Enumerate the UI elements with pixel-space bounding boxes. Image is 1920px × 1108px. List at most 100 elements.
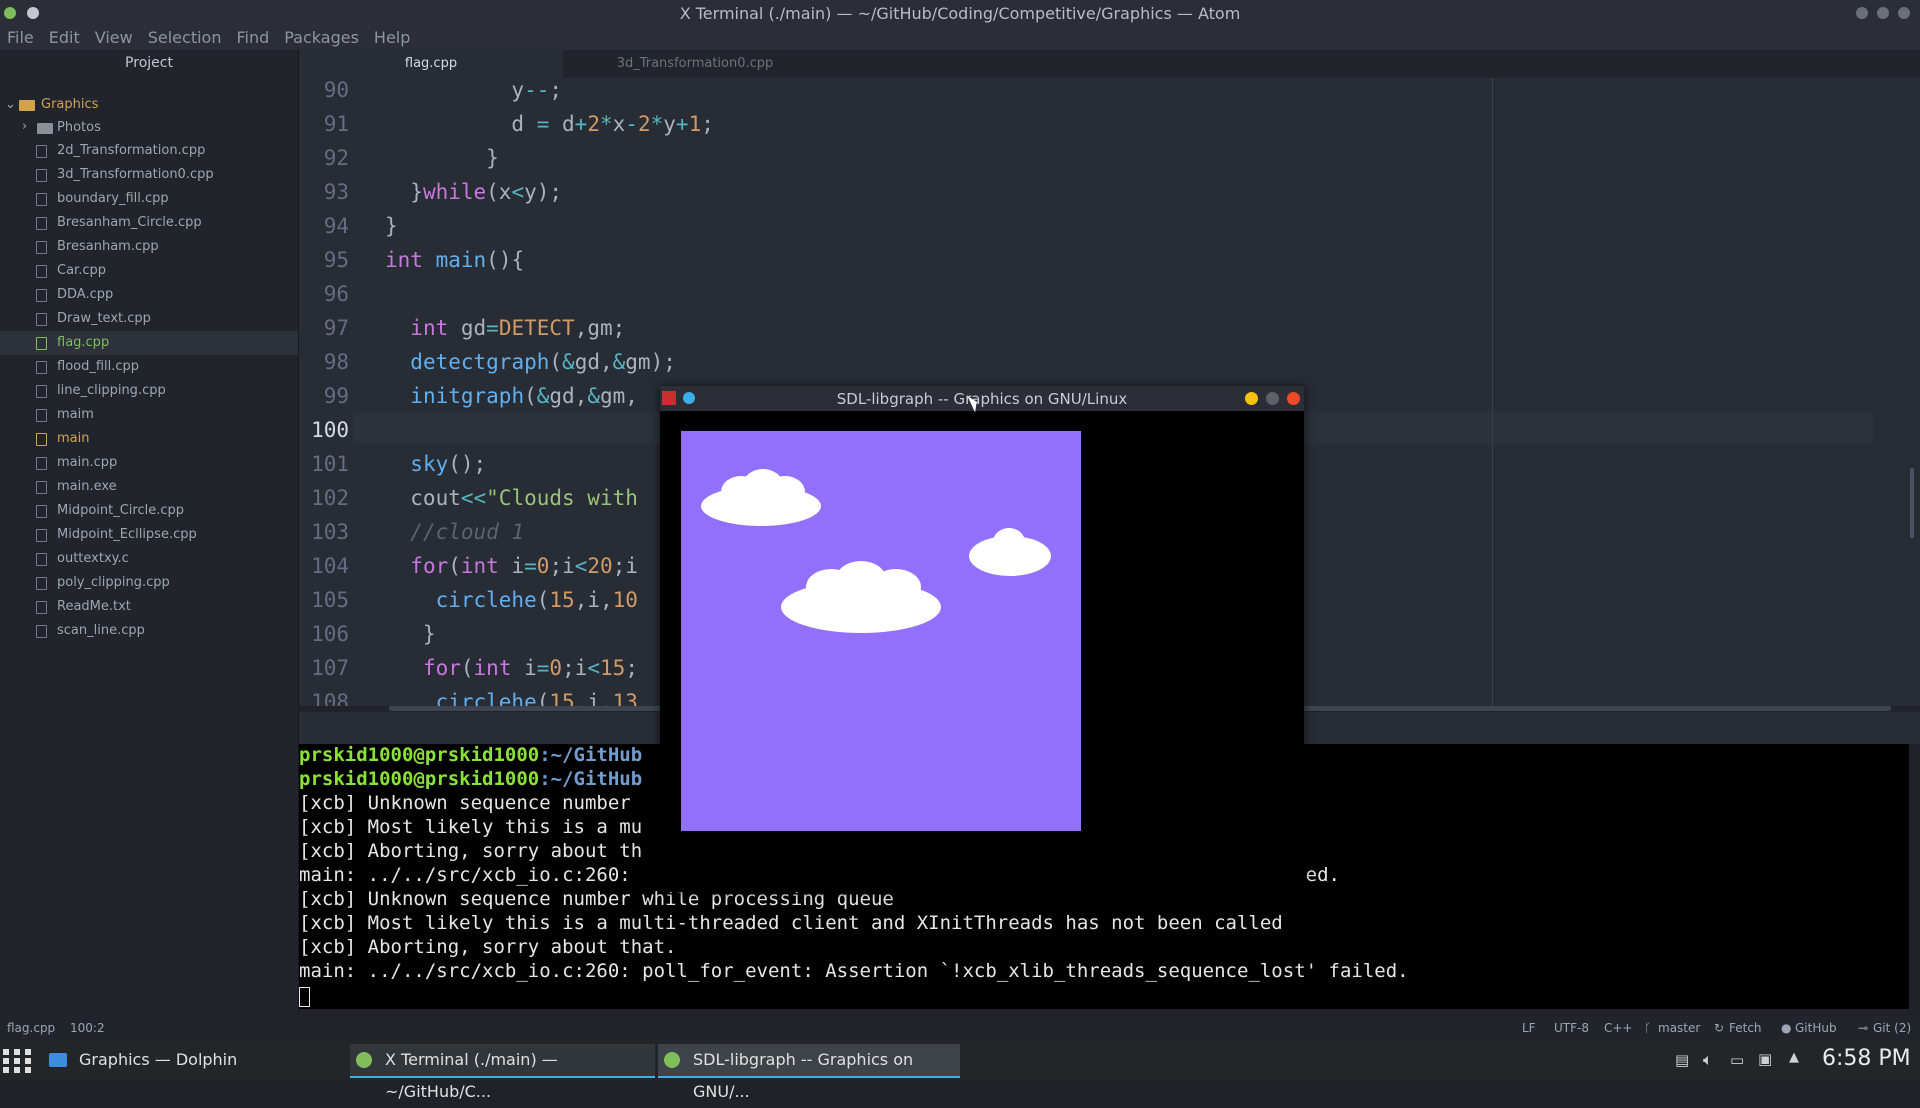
tree-file-item[interactable]: flag.cpp [0,331,298,355]
line-number: 106 [311,622,349,646]
status-github[interactable]: GitHub [1795,1021,1837,1035]
tab-3d-transformation[interactable]: 3d_Transformation0.cpp [563,50,827,78]
tree-file-item[interactable]: 3d_Transformation0.cpp [0,163,298,187]
line-number: 99 [323,384,349,408]
status-git[interactable]: Git (2) [1873,1021,1911,1035]
tree-file-item[interactable]: DDA.cpp [0,283,298,307]
close-button[interactable] [1898,7,1910,19]
maximize-button[interactable] [1877,7,1889,19]
task-label: X Terminal (./main) — ~/GitHub/C... [385,1050,558,1101]
network-icon[interactable]: ▣ [1758,1050,1772,1068]
menu-view[interactable]: View [88,26,141,50]
status-grammar[interactable]: C++ [1604,1021,1633,1035]
file-label: boundary_fill.cpp [57,191,169,206]
file-icon [36,361,47,374]
window-title: X Terminal (./main) — ~/GitHub/Coding/Co… [679,4,1241,23]
file-icon [36,313,47,326]
terminal-line: prskid1000@prskid1000:~/GitHub [299,768,643,790]
chevron-down-icon: ⌄ [5,97,16,112]
app-launcher-grid-icon[interactable] [2,1048,32,1074]
status-line-ending[interactable]: LF [1522,1021,1536,1035]
menu-find[interactable]: Find [229,26,277,50]
line-number: 103 [311,520,349,544]
file-label: scan_line.cpp [57,623,145,638]
file-icon [36,385,47,398]
tray-expand-icon[interactable]: ▲ [1789,1050,1799,1065]
cloud-3-puff [993,528,1025,556]
branch-icon: ᚴ [1644,1021,1652,1035]
task-label: Graphics — Dolphin [79,1050,238,1069]
terminal-line: main: ../../src/xcb_io.c:260: poll_for_e… [299,960,1409,982]
file-label: 2d_Transformation.cpp [57,143,206,158]
battery-icon[interactable]: ▭ [1730,1051,1744,1069]
clipboard-icon[interactable]: ▤ [1675,1051,1689,1069]
tab-flag-cpp[interactable]: flag.cpp [299,50,563,78]
tree-file-item[interactable]: main.exe [0,475,298,499]
menu-packages[interactable]: Packages [277,26,367,50]
line-number: 102 [311,486,349,510]
menu-file[interactable]: File [0,26,42,50]
tree-file-item[interactable]: Midpoint_Circle.cpp [0,499,298,523]
tree-file-item[interactable]: line_clipping.cpp [0,379,298,403]
file-label: Draw_text.cpp [57,311,151,326]
menu-edit[interactable]: Edit [42,26,88,50]
task-label: SDL-libgraph -- Graphics on GNU/... [693,1050,914,1101]
tree-file-item[interactable]: Bresanham_Circle.cpp [0,211,298,235]
file-icon [36,217,47,230]
status-branch[interactable]: master [1658,1021,1700,1035]
tree-file-item[interactable]: maim [0,403,298,427]
task-sdl-libgraph[interactable]: SDL-libgraph -- Graphics on GNU/... [658,1044,960,1101]
minimize-button[interactable] [1245,392,1258,405]
volume-icon[interactable]: 🔈︎ [1703,1050,1713,1070]
task-dolphin[interactable]: Graphics — Dolphin [44,1044,344,1076]
line-number: 94 [323,214,349,238]
tree-file-item[interactable]: outtextxy.c [0,547,298,571]
code-line: //cloud 1 [410,520,525,544]
vertical-scrollbar[interactable] [1910,468,1914,538]
maximize-button[interactable] [1266,392,1279,405]
tree-file-item[interactable]: ReadMe.txt [0,595,298,619]
file-label: outtextxy.c [57,551,129,566]
tree-file-item[interactable]: Car.cpp [0,259,298,283]
tree-file-item[interactable]: main [0,427,298,451]
tree-folder-photos[interactable]: › Photos [0,116,298,140]
menu-bar: File Edit View Selection Find Packages H… [0,26,1920,50]
tree-file-item[interactable]: main.cpp [0,451,298,475]
tree-file-item[interactable]: 2d_Transformation.cpp [0,139,298,163]
tree-file-item[interactable]: Bresanham.cpp [0,235,298,259]
line-number: 108 [311,690,349,706]
tree-file-item[interactable]: poly_clipping.cpp [0,571,298,595]
file-label: ReadMe.txt [57,599,131,614]
task-x-terminal[interactable]: X Terminal (./main) — ~/GitHub/C... [350,1044,655,1101]
sdl-window[interactable]: SDL-libgraph -- Graphics on GNU/Linux [660,386,1304,892]
chevron-right-icon: › [22,119,28,134]
code-line: cout<<"Clouds with [385,486,638,510]
menu-help[interactable]: Help [367,26,418,50]
code-line: y--; [385,78,563,102]
file-icon [36,505,47,518]
clock[interactable]: 6:58 PM [1822,1046,1911,1071]
atom-icon [356,1052,372,1068]
github-icon: ● [1781,1021,1792,1035]
code-line: for(int i=0;i<15; [422,656,638,680]
close-button[interactable] [1287,392,1300,405]
status-encoding[interactable]: UTF-8 [1554,1021,1589,1035]
tree-file-item[interactable]: Draw_text.cpp [0,307,298,331]
code-line: for(int i=0;i<20;i [410,554,638,578]
status-file[interactable]: flag.cpp [7,1021,55,1035]
status-fetch[interactable]: Fetch [1729,1021,1762,1035]
file-label: Bresanham_Circle.cpp [57,215,202,230]
menu-selection[interactable]: Selection [141,26,230,50]
minimize-button[interactable] [1856,7,1868,19]
line-number: 97 [323,316,349,340]
tree-file-item[interactable]: flood_fill.cpp [0,355,298,379]
tree-file-item[interactable]: boundary_fill.cpp [0,187,298,211]
tree-file-item[interactable]: Midpoint_Ecllipse.cpp [0,523,298,547]
sdl-titlebar[interactable]: SDL-libgraph -- Graphics on GNU/Linux [660,386,1304,413]
cloud-2-puff [871,569,921,605]
status-cursor-position[interactable]: 100:2 [70,1021,105,1035]
tree-root-folder[interactable]: ⌄ Graphics [0,93,298,117]
code-line: } [385,622,436,646]
tree-file-item[interactable]: scan_line.cpp [0,619,298,643]
file-label: main.exe [57,479,117,494]
